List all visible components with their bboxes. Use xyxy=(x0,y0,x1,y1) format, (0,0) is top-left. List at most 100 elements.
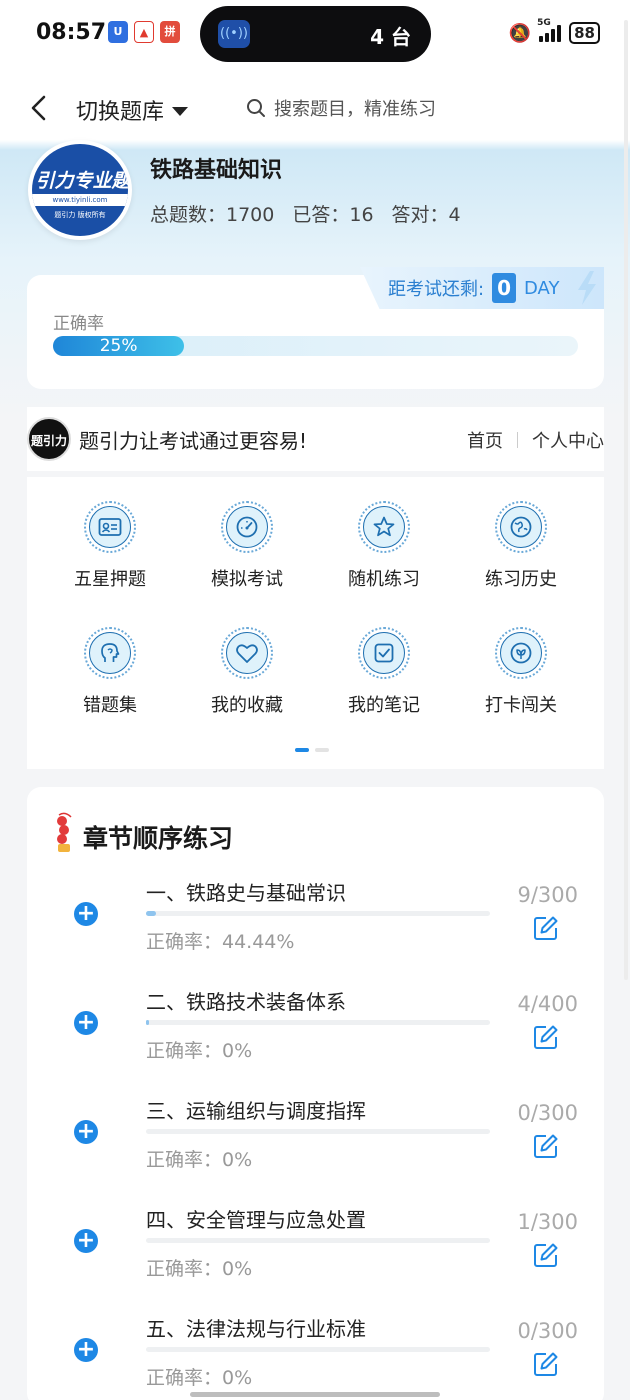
chapter-progress-fill xyxy=(146,1020,150,1025)
chapter-accuracy: 正确率：0% xyxy=(146,1258,253,1280)
edit-icon[interactable] xyxy=(533,915,559,941)
logo-url: www.tiyinli.com xyxy=(32,194,128,206)
feature-menu: 五星押题 模拟考试 随机练习 练习历史 错题集 我的收藏 我的笔记 打卡闯关 xyxy=(27,477,604,769)
notification-icons: U ▲ 拼 xyxy=(108,21,180,43)
chapter-count: 0/300 xyxy=(517,1101,578,1125)
caret-down-icon xyxy=(172,106,189,116)
chapter-row[interactable]: + 三、运输组织与调度指挥 正确率：0% 0/300 xyxy=(27,1085,604,1193)
chapter-progress-bar xyxy=(146,1347,490,1352)
chapter-row[interactable]: + 二、铁路技术装备体系 正确率：0% 4/400 xyxy=(27,976,604,1084)
switch-bank-button[interactable]: 切换题库 xyxy=(76,94,189,126)
search-placeholder: 搜索题目，精准练习 xyxy=(274,99,436,120)
dynamic-island[interactable]: ((•)) 4 台 xyxy=(200,6,431,62)
expand-plus-icon[interactable]: + xyxy=(74,1229,98,1253)
app-notification-icon: U xyxy=(108,21,128,43)
chapter-row[interactable]: + 四、安全管理与应急处置 正确率：0% 1/300 xyxy=(27,1194,604,1302)
bell-muted-icon: 🔕 xyxy=(508,22,532,44)
menu-item-favorites[interactable]: 我的收藏 xyxy=(187,627,307,717)
menu-label: 错题集 xyxy=(83,695,137,716)
search-icon xyxy=(247,99,265,117)
heart-icon xyxy=(236,644,258,663)
expand-plus-icon[interactable]: + xyxy=(74,1011,98,1035)
chapter-progress-fill xyxy=(146,911,157,916)
menu-item-checkin[interactable]: 打卡闯关 xyxy=(461,627,581,717)
system-indicators: 🔕 5G 88 xyxy=(508,18,600,44)
search-input[interactable]: 搜索题目，精准练习 xyxy=(228,84,602,132)
chapter-count: 0/300 xyxy=(517,1319,578,1343)
divider xyxy=(517,432,518,448)
menu-item-random-practice[interactable]: 随机练习 xyxy=(324,501,444,591)
menu-label: 我的笔记 xyxy=(348,695,420,716)
network-type: 5G xyxy=(537,18,551,28)
chapter-progress-bar xyxy=(146,1020,490,1025)
home-link[interactable]: 首页 xyxy=(467,427,503,453)
chapter-accuracy: 正确率：0% xyxy=(146,1367,253,1389)
star-icon xyxy=(373,516,395,537)
signal-icon: 5G xyxy=(537,18,562,42)
chapter-accuracy: 正确率：0% xyxy=(146,1040,253,1062)
gauge-icon xyxy=(236,516,258,538)
battery-icon: 88 xyxy=(569,22,600,44)
brand-logo: 题引力 xyxy=(27,417,71,461)
leaf-icon xyxy=(510,642,532,664)
chapter-progress-bar xyxy=(146,1129,490,1134)
countdown-label: 距考试还剩: xyxy=(388,279,485,300)
chapter-title: 四、安全管理与应急处置 xyxy=(146,1208,366,1232)
expand-plus-icon[interactable]: + xyxy=(74,1120,98,1144)
head-icon xyxy=(101,643,120,662)
menu-item-history[interactable]: 练习历史 xyxy=(461,501,581,591)
menu-item-five-star[interactable]: 五星押题 xyxy=(50,501,170,591)
chapter-count: 1/300 xyxy=(517,1210,578,1234)
lightning-icon xyxy=(578,271,596,305)
menu-label: 打卡闯关 xyxy=(485,695,557,716)
menu-label: 练习历史 xyxy=(485,569,557,590)
menu-item-mock-exam[interactable]: 模拟考试 xyxy=(187,501,307,591)
accuracy-progress-fill: 25% xyxy=(53,336,185,356)
chapter-practice-card: 章节顺序练习 + 一、铁路史与基础常识 正确率：44.44% 9/300 + 二… xyxy=(27,787,604,1400)
back-arrow-icon[interactable] xyxy=(28,94,50,122)
chapter-progress-bar xyxy=(146,1238,490,1243)
countdown-value: 0 xyxy=(492,273,516,303)
accuracy-progress-bar: 25% xyxy=(53,336,578,356)
firecracker-icon xyxy=(57,812,72,852)
chapter-progress-bar xyxy=(146,911,490,916)
chapter-accuracy: 正确率：0% xyxy=(146,1149,253,1171)
page-dot-active[interactable] xyxy=(295,748,309,752)
id-card-icon xyxy=(98,518,122,536)
chapter-title: 二、铁路技术装备体系 xyxy=(146,990,346,1014)
stat-answered: 已答：16 xyxy=(292,204,374,226)
chapter-row[interactable]: + 五、法律法规与行业标准 正确率：0% 0/300 xyxy=(27,1303,604,1400)
chapter-section-title: 章节顺序练习 xyxy=(83,824,234,853)
menu-label: 随机练习 xyxy=(348,569,420,590)
status-bar: 08:57 U ▲ 拼 ((•)) 4 台 🔕 5G 88 xyxy=(0,0,630,68)
menu-item-notes[interactable]: 我的笔记 xyxy=(324,627,444,717)
edit-icon[interactable] xyxy=(533,1351,559,1377)
bank-stats: 总题数：1700 已答：16 答对：4 xyxy=(150,200,461,227)
chapter-accuracy: 正确率：44.44% xyxy=(146,931,295,953)
top-nav: 切换题库 搜索题目，精准练习 xyxy=(0,76,630,140)
brand-banner: 题引力 题引力让考试通过更容易! 首页 个人中心 xyxy=(27,407,604,471)
island-text: 4 台 xyxy=(370,25,411,49)
brand-slogan: 题引力让考试通过更容易! xyxy=(79,428,308,453)
expand-plus-icon[interactable]: + xyxy=(74,902,98,926)
chapter-title: 一、铁路史与基础常识 xyxy=(146,881,346,905)
exam-countdown[interactable]: 距考试还剩: 0 DAY xyxy=(360,267,604,309)
menu-item-wrong-set[interactable]: 错题集 xyxy=(50,627,170,717)
countdown-unit: DAY xyxy=(524,277,560,299)
banner-links: 首页 个人中心 xyxy=(467,427,604,453)
chapter-title: 三、运输组织与调度指挥 xyxy=(146,1099,366,1123)
clock: 08:57 xyxy=(36,20,107,45)
chapter-row[interactable]: + 一、铁路史与基础常识 正确率：44.44% 9/300 xyxy=(27,867,604,975)
page-indicator[interactable] xyxy=(295,748,329,752)
profile-link[interactable]: 个人中心 xyxy=(532,427,604,453)
edit-icon[interactable] xyxy=(533,1133,559,1159)
expand-plus-icon[interactable]: + xyxy=(74,1338,98,1362)
edit-icon[interactable] xyxy=(533,1242,559,1268)
scrollbar[interactable] xyxy=(624,20,628,980)
menu-label: 五星押题 xyxy=(74,569,146,590)
page-dot[interactable] xyxy=(315,748,329,752)
chapter-count: 4/400 xyxy=(517,992,578,1016)
home-indicator[interactable] xyxy=(190,1392,440,1397)
menu-label: 我的收藏 xyxy=(211,695,283,716)
edit-icon[interactable] xyxy=(533,1024,559,1050)
